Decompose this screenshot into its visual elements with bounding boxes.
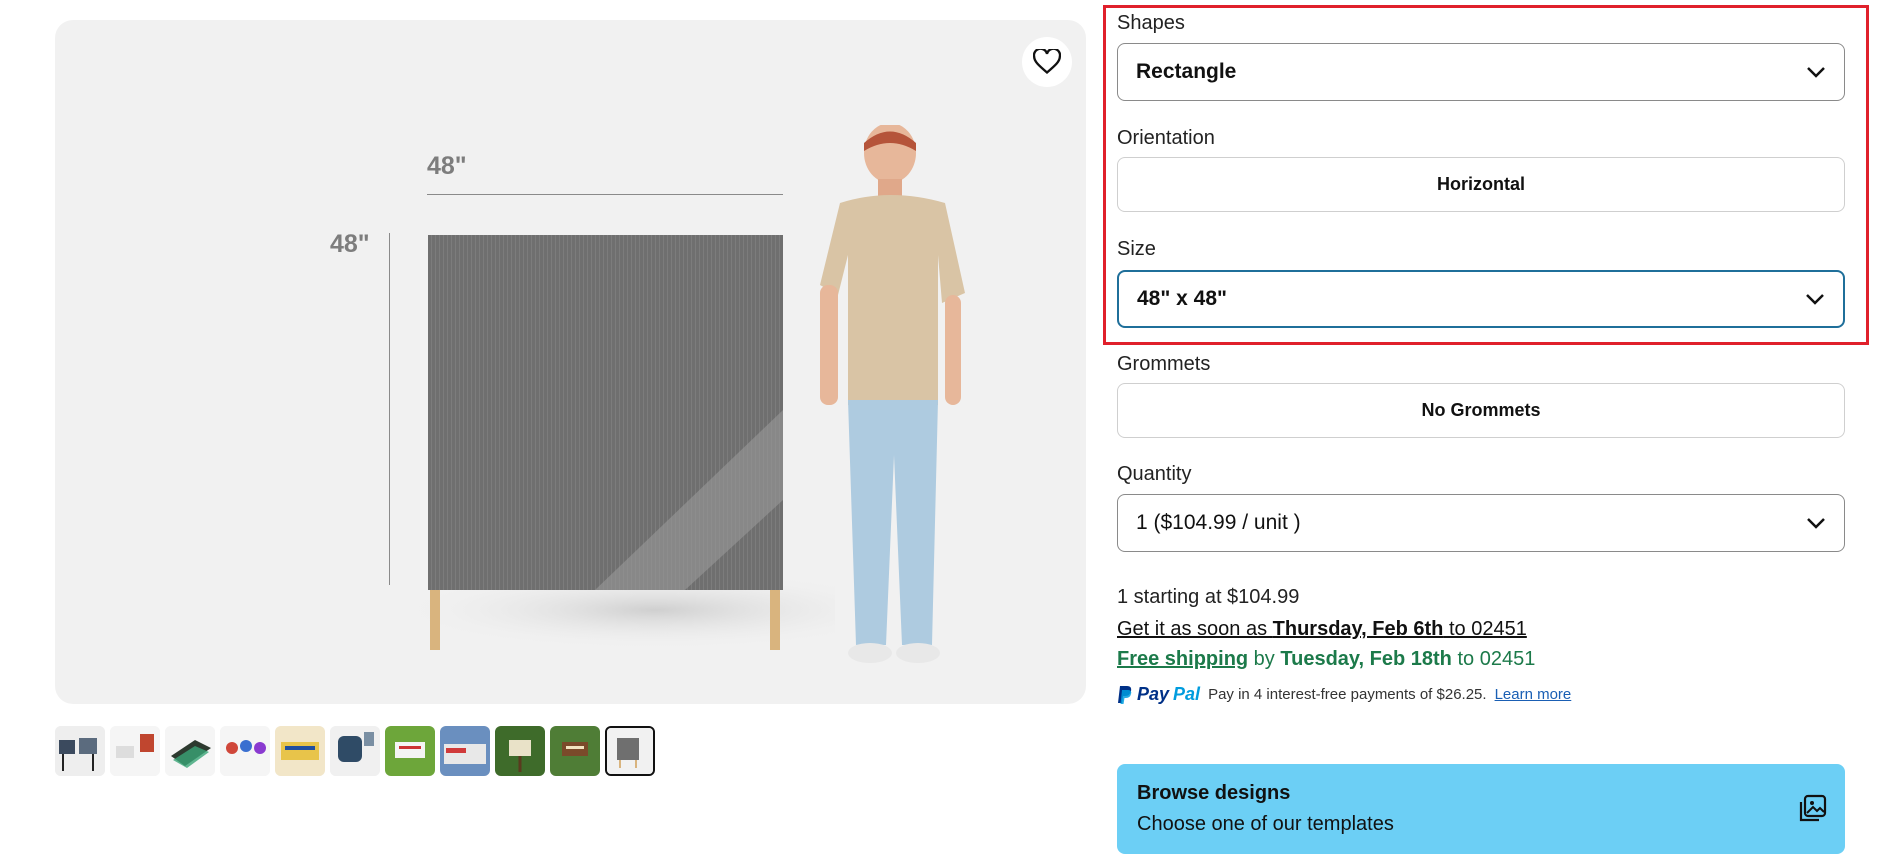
delivery-estimate-link[interactable]: Get it as soon as Thursday, Feb 6th to 0… bbox=[1117, 618, 1527, 641]
size-select[interactable]: 48" x 48" bbox=[1117, 270, 1845, 328]
delivery-date: Thursday, Feb 6th bbox=[1272, 618, 1444, 640]
grommets-label: Grommets bbox=[1117, 353, 1211, 375]
starting-price-text: 1 starting at $104.99 bbox=[1117, 586, 1300, 608]
heart-icon bbox=[1033, 49, 1061, 75]
dimension-width-label: 48" bbox=[427, 152, 467, 180]
learn-more-link[interactable]: Learn more bbox=[1495, 686, 1572, 703]
quantity-value: 1 ($104.99 / unit ) bbox=[1136, 511, 1301, 534]
paypal-text: Pay in 4 interest-free payments of $26.2… bbox=[1208, 686, 1487, 703]
grommets-none-button[interactable]: No Grommets bbox=[1117, 383, 1845, 438]
dimension-height-line bbox=[389, 233, 390, 585]
thumbnail-9[interactable] bbox=[495, 726, 545, 776]
paypal-icon bbox=[1118, 685, 1132, 704]
paypal-logo-pal: Pal bbox=[1173, 684, 1201, 704]
paypal-logo: Pay Pal bbox=[1117, 684, 1200, 705]
size-value: 48" x 48" bbox=[1137, 287, 1227, 310]
browse-designs-subtitle: Choose one of our templates bbox=[1137, 813, 1394, 835]
paypal-installments: Pay Pal Pay in 4 interest-free payments o… bbox=[1117, 684, 1571, 705]
paypal-logo-pay: Pay bbox=[1137, 684, 1170, 704]
thumbnail-5[interactable] bbox=[275, 726, 325, 776]
product-main-image: 48" 48" bbox=[55, 20, 1086, 704]
quantity-label: Quantity bbox=[1117, 463, 1192, 485]
thumbnail-1[interactable] bbox=[55, 726, 105, 776]
browse-designs-button[interactable]: Browse designs Choose one of our templat… bbox=[1117, 764, 1845, 854]
thumbnail-7[interactable] bbox=[385, 726, 435, 776]
shipping-by: by bbox=[1248, 648, 1281, 670]
thumbnail-6[interactable] bbox=[330, 726, 380, 776]
free-shipping-link[interactable]: Free shipping bbox=[1117, 648, 1248, 670]
thumbnail-3[interactable] bbox=[165, 726, 215, 776]
orientation-horizontal-button[interactable]: Horizontal bbox=[1117, 157, 1845, 212]
thumbnail-10[interactable] bbox=[550, 726, 600, 776]
thumbnail-11[interactable] bbox=[605, 726, 655, 776]
shipping-suffix: to 02451 bbox=[1451, 648, 1536, 670]
favorite-heart-button[interactable] bbox=[1022, 37, 1072, 87]
chevron-down-icon bbox=[1807, 67, 1825, 78]
chevron-down-icon bbox=[1806, 294, 1824, 305]
shipping-date: Tuesday, Feb 18th bbox=[1280, 648, 1452, 670]
shapes-select[interactable]: Rectangle bbox=[1117, 43, 1845, 101]
thumbnail-4[interactable] bbox=[220, 726, 270, 776]
thumbnail-2[interactable] bbox=[110, 726, 160, 776]
size-label: Size bbox=[1117, 238, 1156, 260]
shapes-value: Rectangle bbox=[1136, 60, 1237, 83]
delivery-prefix: Get it as soon as bbox=[1117, 618, 1273, 640]
thumbnail-strip bbox=[55, 726, 655, 776]
dimension-width-line bbox=[427, 194, 783, 195]
shapes-label: Shapes bbox=[1117, 12, 1185, 34]
dimension-height-label: 48" bbox=[330, 230, 370, 258]
sign-board-illustration bbox=[415, 235, 835, 650]
chevron-down-icon bbox=[1807, 518, 1825, 529]
delivery-suffix: to 02451 bbox=[1443, 618, 1527, 640]
person-scale-reference bbox=[820, 125, 965, 663]
orientation-label: Orientation bbox=[1117, 127, 1215, 149]
browse-designs-title: Browse designs bbox=[1137, 782, 1291, 804]
shipping-estimate: Free shipping by Tuesday, Feb 18th to 02… bbox=[1117, 648, 1535, 671]
quantity-select[interactable]: 1 ($104.99 / unit ) bbox=[1117, 494, 1845, 552]
image-gallery-icon bbox=[1799, 794, 1827, 822]
thumbnail-8[interactable] bbox=[440, 726, 490, 776]
